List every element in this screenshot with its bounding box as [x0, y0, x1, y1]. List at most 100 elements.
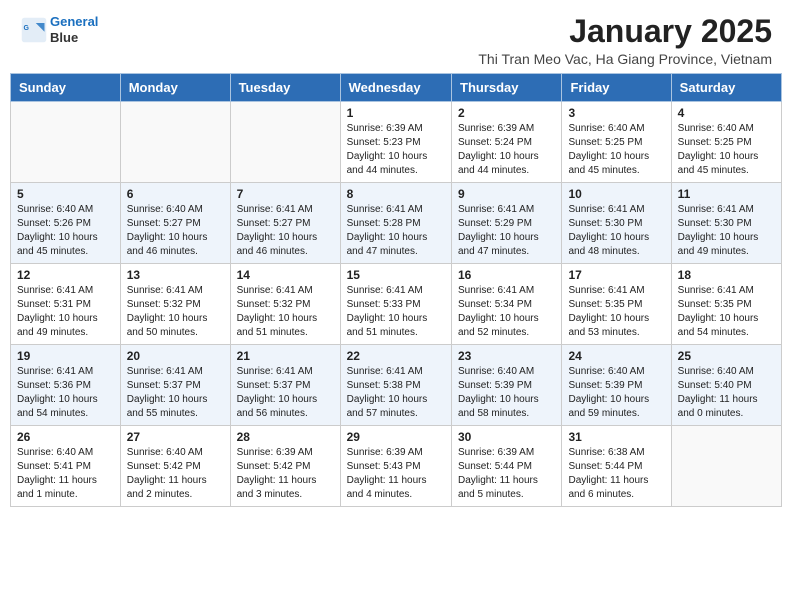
title-block: January 2025 Thi Tran Meo Vac, Ha Giang … — [478, 14, 772, 67]
day-number: 17 — [568, 268, 664, 282]
calendar-cell: 21Sunrise: 6:41 AMSunset: 5:37 PMDayligh… — [230, 345, 340, 426]
day-number: 12 — [17, 268, 114, 282]
day-number: 26 — [17, 430, 114, 444]
day-number: 2 — [458, 106, 555, 120]
calendar-cell: 22 Sunrise: 6:41 AMSunset: 5:38 PMDayligh… — [340, 345, 451, 426]
day-info: Sunrise: 6:41 AMSunset: 5:31 PMDaylight:… — [17, 284, 114, 340]
day-number: 25 — [678, 349, 775, 363]
day-number: 24 — [568, 349, 664, 363]
col-wednesday: Wednesday — [340, 74, 451, 102]
calendar-title: January 2025 — [478, 14, 772, 49]
day-number: 4 — [678, 106, 775, 120]
calendar-cell: 6 Sunrise: 6:40 AMSunset: 5:27 PMDaylight… — [120, 183, 230, 264]
header-row: Sunday Monday Tuesday Wednesday Thursday… — [11, 74, 782, 102]
day-number: 30 — [458, 430, 555, 444]
day-number: 7 — [237, 187, 334, 201]
day-number: 29 — [347, 430, 445, 444]
day-info: Sunrise: 6:40 AMSunset: 5:39 PMDaylight:… — [458, 365, 555, 421]
day-info: Sunrise: 6:40 AMSunset: 5:25 PMDaylight:… — [568, 122, 664, 178]
day-number: 21 — [237, 349, 334, 363]
day-info: Sunrise: 6:41 AMSunset: 5:30 PMDaylight:… — [678, 203, 775, 259]
day-number: 8 — [347, 187, 445, 201]
calendar-cell: 11Sunrise: 6:41 AMSunset: 5:30 PMDayligh… — [671, 183, 781, 264]
day-number: 27 — [127, 430, 224, 444]
day-info: Sunrise: 6:41 AMSunset: 5:30 PMDaylight:… — [568, 203, 664, 259]
day-info: Sunrise: 6:41 AMSunset: 5:37 PMDaylight:… — [127, 365, 224, 421]
col-monday: Monday — [120, 74, 230, 102]
calendar-cell: 1 Sunrise: 6:39 AMSunset: 5:23 PMDaylight… — [340, 102, 451, 183]
logo-line1: General — [50, 14, 98, 29]
calendar-cell: 9 Sunrise: 6:41 AMSunset: 5:29 PMDaylight… — [452, 183, 562, 264]
day-info: Sunrise: 6:39 AMSunset: 5:42 PMDaylight:… — [237, 446, 334, 502]
calendar-cell: 14 Sunrise: 6:41 AMSunset: 5:32 PMDayligh… — [230, 264, 340, 345]
col-tuesday: Tuesday — [230, 74, 340, 102]
day-info: Sunrise: 6:38 AMSunset: 5:44 PMDaylight:… — [568, 446, 664, 502]
day-info: Sunrise: 6:40 AMSunset: 5:26 PMDaylight:… — [17, 203, 114, 259]
calendar-subtitle: Thi Tran Meo Vac, Ha Giang Province, Vie… — [478, 51, 772, 67]
calendar-week-row: 1 Sunrise: 6:39 AMSunset: 5:23 PMDaylight… — [11, 102, 782, 183]
calendar-week-row: 12 Sunrise: 6:41 AMSunset: 5:31 PMDayligh… — [11, 264, 782, 345]
calendar-week-row: 19Sunrise: 6:41 AMSunset: 5:36 PMDayligh… — [11, 345, 782, 426]
calendar-cell: 17 Sunrise: 6:41 AMSunset: 5:35 PMDayligh… — [562, 264, 671, 345]
day-info: Sunrise: 6:41 AMSunset: 5:32 PMDaylight:… — [127, 284, 224, 340]
day-info: Sunrise: 6:40 AMSunset: 5:27 PMDaylight:… — [127, 203, 224, 259]
day-number: 10 — [568, 187, 664, 201]
calendar-cell: 19Sunrise: 6:41 AMSunset: 5:36 PMDayligh… — [11, 345, 121, 426]
calendar-cell: 27 Sunrise: 6:40 AMSunset: 5:42 PMDayligh… — [120, 426, 230, 507]
col-sunday: Sunday — [11, 74, 121, 102]
calendar-cell: 25Sunrise: 6:40 AMSunset: 5:40 PMDayligh… — [671, 345, 781, 426]
day-number: 5 — [17, 187, 114, 201]
day-info: Sunrise: 6:40 AMSunset: 5:42 PMDaylight:… — [127, 446, 224, 502]
day-number: 22 — [347, 349, 445, 363]
day-info: Sunrise: 6:41 AMSunset: 5:32 PMDaylight:… — [237, 284, 334, 340]
calendar-cell — [671, 426, 781, 507]
day-info: Sunrise: 6:39 AMSunset: 5:23 PMDaylight:… — [347, 122, 445, 178]
col-thursday: Thursday — [452, 74, 562, 102]
col-friday: Friday — [562, 74, 671, 102]
calendar-cell: 12 Sunrise: 6:41 AMSunset: 5:31 PMDayligh… — [11, 264, 121, 345]
day-number: 14 — [237, 268, 334, 282]
logo-line2: Blue — [50, 30, 78, 45]
day-info: Sunrise: 6:41 AMSunset: 5:34 PMDaylight:… — [458, 284, 555, 340]
calendar-cell: 29Sunrise: 6:39 AMSunset: 5:43 PMDayligh… — [340, 426, 451, 507]
day-info: Sunrise: 6:41 AMSunset: 5:29 PMDaylight:… — [458, 203, 555, 259]
day-info: Sunrise: 6:40 AMSunset: 5:25 PMDaylight:… — [678, 122, 775, 178]
page-header: G General Blue January 2025 Thi Tran Meo… — [0, 0, 792, 73]
day-info: Sunrise: 6:41 AMSunset: 5:33 PMDaylight:… — [347, 284, 445, 340]
day-info: Sunrise: 6:41 AMSunset: 5:38 PMDaylight:… — [347, 365, 445, 421]
day-info: Sunrise: 6:40 AMSunset: 5:41 PMDaylight:… — [17, 446, 114, 502]
calendar-cell: 8Sunrise: 6:41 AMSunset: 5:28 PMDaylight… — [340, 183, 451, 264]
day-number: 20 — [127, 349, 224, 363]
calendar-cell: 23Sunrise: 6:40 AMSunset: 5:39 PMDayligh… — [452, 345, 562, 426]
calendar-cell: 26 Sunrise: 6:40 AMSunset: 5:41 PMDayligh… — [11, 426, 121, 507]
calendar-table: Sunday Monday Tuesday Wednesday Thursday… — [10, 73, 782, 507]
calendar-cell — [11, 102, 121, 183]
day-info: Sunrise: 6:41 AMSunset: 5:35 PMDaylight:… — [678, 284, 775, 340]
calendar-cell: 15Sunrise: 6:41 AMSunset: 5:33 PMDayligh… — [340, 264, 451, 345]
day-number: 18 — [678, 268, 775, 282]
calendar-cell — [120, 102, 230, 183]
calendar-cell: 7Sunrise: 6:41 AMSunset: 5:27 PMDaylight… — [230, 183, 340, 264]
calendar-cell: 13 Sunrise: 6:41 AMSunset: 5:32 PMDayligh… — [120, 264, 230, 345]
calendar-header: Sunday Monday Tuesday Wednesday Thursday… — [11, 74, 782, 102]
svg-text:G: G — [24, 25, 30, 32]
day-number: 9 — [458, 187, 555, 201]
logo: G General Blue — [20, 14, 98, 45]
day-number: 31 — [568, 430, 664, 444]
calendar-cell: 4 Sunrise: 6:40 AMSunset: 5:25 PMDaylight… — [671, 102, 781, 183]
calendar-cell: 28 Sunrise: 6:39 AMSunset: 5:42 PMDayligh… — [230, 426, 340, 507]
calendar-cell: 20 Sunrise: 6:41 AMSunset: 5:37 PMDayligh… — [120, 345, 230, 426]
day-number: 13 — [127, 268, 224, 282]
calendar-cell: 24 Sunrise: 6:40 AMSunset: 5:39 PMDayligh… — [562, 345, 671, 426]
calendar-cell: 3 Sunrise: 6:40 AMSunset: 5:25 PMDaylight… — [562, 102, 671, 183]
col-saturday: Saturday — [671, 74, 781, 102]
day-number: 3 — [568, 106, 664, 120]
logo-text: General Blue — [50, 14, 98, 45]
calendar-wrapper: Sunday Monday Tuesday Wednesday Thursday… — [0, 73, 792, 517]
day-info: Sunrise: 6:41 AMSunset: 5:35 PMDaylight:… — [568, 284, 664, 340]
day-number: 1 — [347, 106, 445, 120]
day-info: Sunrise: 6:39 AMSunset: 5:24 PMDaylight:… — [458, 122, 555, 178]
day-number: 28 — [237, 430, 334, 444]
day-info: Sunrise: 6:40 AMSunset: 5:39 PMDaylight:… — [568, 365, 664, 421]
day-number: 6 — [127, 187, 224, 201]
